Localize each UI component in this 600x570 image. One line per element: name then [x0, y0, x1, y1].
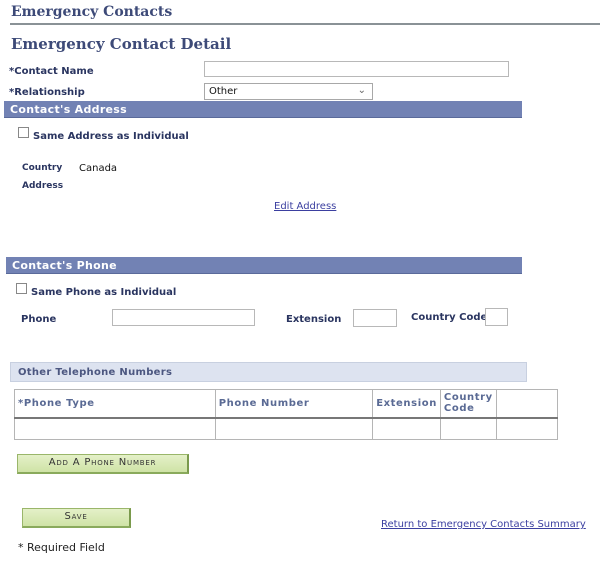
phone-type-cell[interactable] — [14, 416, 216, 440]
column-header-phone-type: *Phone Type — [14, 389, 216, 418]
save-button[interactable]: Save — [22, 508, 131, 528]
country-code-cell[interactable] — [439, 416, 497, 440]
contacts-phone-header: Contact's Phone — [6, 257, 522, 274]
relationship-selected-value: Other — [209, 86, 238, 97]
contact-name-label: *Contact Name — [9, 66, 94, 77]
other-telephone-numbers-header: Other Telephone Numbers — [10, 362, 527, 382]
country-code-header-line1: Country — [443, 392, 493, 404]
column-header-country-code: Country Code — [439, 389, 497, 418]
same-phone-label: Same Phone as Individual — [31, 287, 177, 298]
column-header-actions — [495, 389, 559, 418]
required-field-note: * Required Field — [18, 541, 105, 554]
actions-cell — [495, 416, 559, 440]
extension-cell[interactable] — [372, 416, 441, 440]
extension-input[interactable] — [353, 309, 397, 327]
phone-number-cell[interactable] — [214, 416, 374, 440]
add-phone-number-button[interactable]: Add A Phone Number — [17, 454, 189, 474]
relationship-label: *Relationship — [9, 87, 85, 98]
column-header-phone-number: Phone Number — [214, 389, 374, 418]
other-phones-grid: *Phone Type Phone Number Extension Count… — [14, 389, 559, 440]
page-title: Emergency Contacts — [11, 4, 173, 20]
country-value: Canada — [79, 163, 118, 174]
contact-name-input[interactable] — [204, 61, 509, 77]
section-title: Emergency Contact Detail — [11, 35, 232, 53]
column-header-extension: Extension — [372, 389, 441, 418]
address-label: Address — [22, 181, 64, 191]
table-row — [14, 416, 559, 440]
phone-label: Phone — [21, 314, 57, 325]
grid-header-row: *Phone Type Phone Number Extension Count… — [14, 389, 559, 418]
return-to-summary-link[interactable]: Return to Emergency Contacts Summary — [381, 519, 586, 530]
relationship-select[interactable]: Other ⌄ — [204, 83, 373, 100]
same-phone-checkbox[interactable] — [16, 283, 27, 294]
extension-label: Extension — [286, 314, 342, 325]
title-divider — [10, 23, 600, 25]
same-address-label: Same Address as Individual — [33, 131, 189, 142]
country-code-input[interactable] — [485, 308, 508, 326]
chevron-down-icon: ⌄ — [357, 85, 366, 96]
contacts-address-header: Contact's Address — [4, 101, 522, 118]
phone-input[interactable] — [112, 309, 255, 326]
country-code-header-line2: Code — [443, 403, 475, 415]
edit-address-link[interactable]: Edit Address — [274, 201, 336, 212]
country-label: Country — [22, 163, 63, 173]
country-code-label: Country Code — [411, 312, 488, 323]
same-address-checkbox[interactable] — [18, 127, 29, 138]
